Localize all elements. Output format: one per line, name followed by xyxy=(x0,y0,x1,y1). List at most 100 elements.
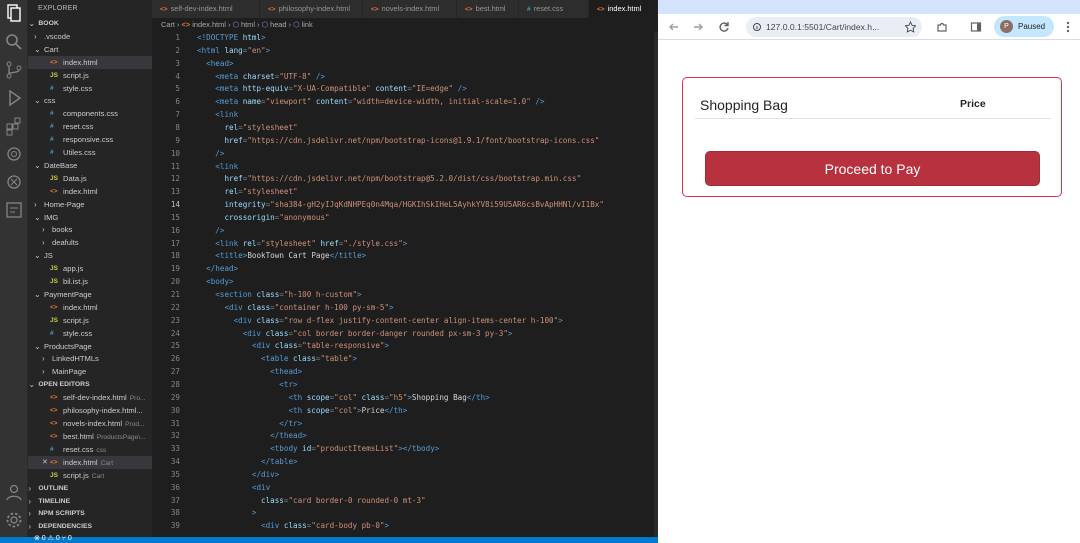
folder-item[interactable]: ⌄ DateBase xyxy=(28,159,152,172)
file-item[interactable]: JS app.js xyxy=(28,262,152,275)
folder-item[interactable]: ⌄ Cart xyxy=(28,43,152,56)
folder-item[interactable]: › deafults xyxy=(28,236,152,249)
open-editors-header[interactable]: ⌄ OPEN EDITORS xyxy=(28,378,152,391)
run-debug-icon[interactable] xyxy=(4,88,24,108)
open-editor-item[interactable]: # reset.css css xyxy=(28,443,152,456)
address-bar[interactable]: 127.0.0.1:5501/Cart/index.h... xyxy=(746,17,922,37)
source-control-icon[interactable] xyxy=(4,60,24,80)
folder-item[interactable]: › .vscode xyxy=(28,30,152,43)
open-editor-item[interactable]: JS script.js Cart xyxy=(28,469,152,482)
editor-path-hint: ProductsPage\... xyxy=(96,433,146,441)
tab-label: self-dev-index.html xyxy=(170,4,233,13)
tab-philosophy-index-html[interactable]: <> philosophy-index.html xyxy=(260,0,363,18)
code-text: <html lang="en"> xyxy=(197,45,271,55)
file-item[interactable]: <> index.html xyxy=(28,301,152,314)
section-npm-scripts[interactable]: › NPM SCRIPTS xyxy=(28,507,152,520)
file-label: script.js xyxy=(63,70,89,80)
line-number: 5 xyxy=(175,84,180,94)
back-arrow-icon[interactable] xyxy=(666,19,682,35)
folder-item[interactable]: › books xyxy=(28,223,152,236)
code-text: <div class="col border border-danger rou… xyxy=(242,328,513,338)
folder-root[interactable]: ⌄ BOOK xyxy=(28,17,152,30)
section-timeline[interactable]: › TIMELINE xyxy=(28,495,152,508)
line-number: 21 xyxy=(170,290,180,299)
file-item[interactable]: # style.css xyxy=(28,327,152,340)
tab-self-dev-index-html[interactable]: <> self-dev-index.html xyxy=(152,0,260,18)
open-editor-item[interactable]: <> novels-index.html Prod... xyxy=(28,417,152,430)
folder-item[interactable]: › LinkedHTMLs xyxy=(28,352,152,365)
cart-table-header: Shopping Bag Price xyxy=(695,89,1051,119)
breadcrumb-item[interactable]: html xyxy=(241,20,255,29)
css-file-icon: # xyxy=(50,136,54,144)
settings-icon[interactable] xyxy=(4,510,24,530)
code-line: 32 </thead> xyxy=(152,430,658,443)
file-item[interactable]: # reset.css xyxy=(28,120,152,133)
folder-label: ProductsPage xyxy=(44,341,92,351)
search-icon[interactable] xyxy=(4,32,24,52)
folder-item[interactable]: › MainPage xyxy=(28,365,152,378)
tab-novels-index-html[interactable]: <> novels-index.html xyxy=(363,0,457,18)
folder-label: LinkedHTMLs xyxy=(52,354,99,364)
breadcrumb-item[interactable]: link xyxy=(302,20,313,29)
file-item[interactable]: JS Data.js xyxy=(28,172,152,185)
code-line: 7 <link xyxy=(152,109,658,122)
files-icon[interactable] xyxy=(4,3,24,23)
open-editor-item[interactable]: <> self-dev-index.html Pro... xyxy=(28,391,152,404)
file-label: script.js xyxy=(63,315,89,325)
paused-profile-pill[interactable]: P Paused xyxy=(994,16,1054,37)
folder-item[interactable]: ⌄ PaymentPage xyxy=(28,288,152,301)
close-icon[interactable]: ✕ xyxy=(42,456,50,469)
folder-item[interactable]: ⌄ css xyxy=(28,94,152,107)
file-item[interactable]: JS bil.ist.js xyxy=(28,275,152,288)
file-item[interactable]: JS script.js xyxy=(28,314,152,327)
side-panel-icon[interactable] xyxy=(968,19,984,35)
folder-label: books xyxy=(52,225,73,235)
file-item[interactable]: # Utiles.css xyxy=(28,146,152,159)
open-editor-item[interactable]: <> index.html Cart ✕ xyxy=(28,455,152,469)
section-dependencies[interactable]: › DEPENDENCIES xyxy=(28,520,152,533)
code-text: <th scope="col" class="h5">Shopping Bag<… xyxy=(288,392,490,402)
section-outline[interactable]: › OUTLINE xyxy=(28,482,152,495)
code-area[interactable]: 1 <!DOCTYPE html> 2 <html lang="en"> 3 <head… xyxy=(152,32,658,538)
extensions-puzzle-icon[interactable] xyxy=(934,19,950,35)
tab-label: reset.css xyxy=(533,4,564,13)
kebab-menu-icon[interactable] xyxy=(1060,19,1076,35)
code-text: <table class="table"> xyxy=(261,354,358,364)
file-item[interactable]: JS script.js xyxy=(28,69,152,82)
testing-icon[interactable] xyxy=(4,200,24,220)
folder-item[interactable]: ⌄ JS xyxy=(28,249,152,262)
tab-index-html[interactable]: <> index.html xyxy=(589,0,658,18)
breadcrumb-item[interactable]: Cart xyxy=(161,20,175,29)
tab-best-html[interactable]: <> best.html xyxy=(457,0,519,18)
file-item[interactable]: # style.css xyxy=(28,82,152,95)
line-number: 27 xyxy=(170,367,180,377)
reload-icon[interactable] xyxy=(716,19,732,35)
account-icon[interactable] xyxy=(4,482,24,502)
breadcrumb-item[interactable]: index.html xyxy=(192,20,226,29)
bookmark-star-icon[interactable] xyxy=(904,17,917,37)
open-editor-item[interactable]: <> best.html ProductsPage\... xyxy=(28,430,152,443)
breadcrumb-item[interactable]: head xyxy=(270,20,286,29)
extensions-icon[interactable] xyxy=(4,116,24,136)
file-item[interactable]: # responsive.css xyxy=(28,133,152,146)
folder-item[interactable]: › Home-Page xyxy=(28,198,152,211)
file-item[interactable]: <> index.html xyxy=(28,185,152,198)
proceed-to-pay-button[interactable]: Proceed to Pay xyxy=(705,151,1040,186)
site-info-icon[interactable] xyxy=(752,17,762,37)
forward-arrow-icon[interactable] xyxy=(690,19,706,35)
remote-icon[interactable] xyxy=(4,144,24,164)
folder-item[interactable]: ⌄ IMG xyxy=(28,211,152,224)
file-label: bil.ist.js xyxy=(63,277,88,286)
file-item[interactable]: <> index.html xyxy=(28,55,152,69)
tab-reset-css[interactable]: # reset.css xyxy=(519,0,589,18)
folder-label: Home-Page xyxy=(44,199,85,209)
folder-item[interactable]: ⌄ ProductsPage xyxy=(28,340,152,353)
css-file-icon: # xyxy=(50,149,54,156)
html-file-icon: <> xyxy=(50,407,58,414)
breadcrumb-chevron-icon: › xyxy=(254,20,262,29)
file-item[interactable]: # components.css xyxy=(28,107,152,120)
folder-label: DateBase xyxy=(44,160,78,170)
chatgpt-icon[interactable] xyxy=(4,172,24,192)
open-editor-item[interactable]: <> philosophy-index.html... xyxy=(28,404,152,417)
html-file-icon: <> xyxy=(597,6,605,13)
